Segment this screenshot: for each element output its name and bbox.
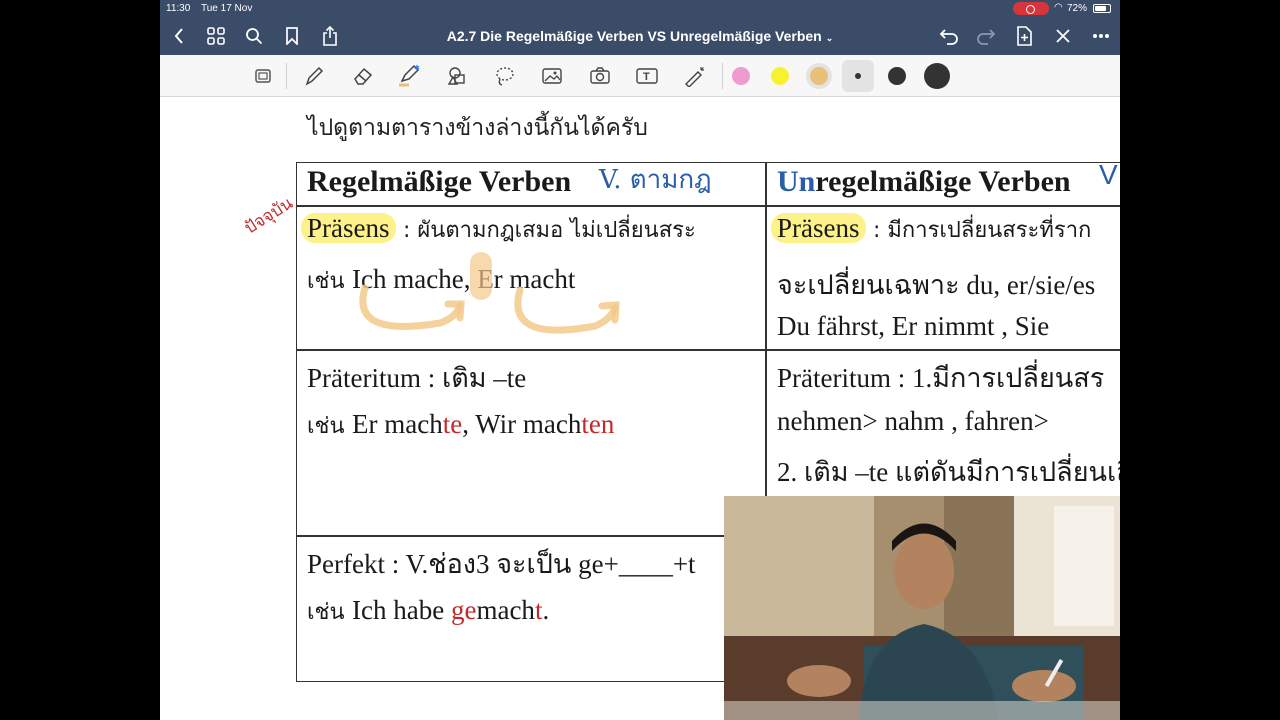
- toolbar-divider: [286, 63, 287, 89]
- status-time: 11:30: [166, 3, 191, 14]
- example-ending: ten: [581, 409, 615, 439]
- left-praesens-description: : ผันตามกฎเสมอ ไม่เปลี่ยนสระ: [403, 218, 696, 243]
- example-prefix: เช่น: [307, 600, 345, 625]
- example-prefix: เช่น: [307, 414, 345, 439]
- presenter-video: [724, 496, 1120, 720]
- pen-icon: [305, 66, 324, 86]
- pencil-cross-icon: [1056, 29, 1070, 43]
- right-header-rest: regelmäßige Verben: [815, 165, 1071, 198]
- table-divider-horizontal: [297, 535, 727, 537]
- example-part: Ich habe: [352, 595, 451, 625]
- camera-tool[interactable]: [587, 64, 613, 88]
- right-praeteritum-line2: nehmen> nahm , fahren>: [777, 406, 1049, 436]
- right-praesens-description: : มีการเปลี่ยนสระที่ราก: [873, 218, 1092, 243]
- right-header-prefix: Un: [777, 165, 816, 198]
- highlighter-tool[interactable]: ✱: [396, 64, 422, 88]
- table-divider-horizontal: [297, 205, 1120, 207]
- webcam-overlay: [724, 496, 1120, 720]
- document-scan-icon: [255, 69, 271, 83]
- text-box-icon: T: [636, 68, 658, 84]
- right-praeteritum-title: Präteritum : 1.มีการเปลี่ยนสร: [777, 363, 1105, 393]
- stroke-size-medium[interactable]: [888, 67, 906, 85]
- camera-icon: [590, 67, 610, 84]
- handwritten-side-note: ปัจจุบัน: [241, 193, 297, 239]
- document-scan-tool[interactable]: [250, 64, 276, 88]
- right-column-header: Unregelmäßige Verben: [777, 165, 1071, 199]
- right-header-handwritten-note: V: [1099, 159, 1118, 190]
- eraser-tool[interactable]: [350, 64, 376, 88]
- pen-tool[interactable]: [301, 64, 327, 88]
- add-page-button[interactable]: [1013, 25, 1035, 47]
- left-praesens-row: Präsens : ผันตามกฎเสมอ ไม่เปลี่ยนสระ: [301, 212, 696, 247]
- undo-icon: [939, 29, 958, 45]
- eraser-icon: [354, 67, 373, 85]
- right-praeteritum-line3: 2. เติม –te แต่ดันมีการเปลี่ยนเสีย: [777, 457, 1120, 487]
- laser-pointer-tool[interactable]: [682, 64, 708, 88]
- intro-text: ไปดูตามตารางข้างล่างนี้กันได้ครับ: [307, 115, 648, 141]
- praesens-label-highlighted: Präsens: [301, 213, 396, 243]
- more-button[interactable]: [1090, 25, 1112, 47]
- redo-button[interactable]: [975, 25, 997, 47]
- more-icon: [1093, 34, 1109, 38]
- image-tool[interactable]: [539, 64, 565, 88]
- battery-icon: [1093, 4, 1111, 13]
- praesens-label-highlighted: Präsens: [771, 213, 866, 243]
- lasso-tool[interactable]: [492, 64, 518, 88]
- right-praesens-line3: Du fährst, Er nimmt , Sie: [777, 311, 1050, 341]
- svg-text:T: T: [643, 71, 650, 83]
- image-icon: [542, 68, 562, 84]
- shapes-tool[interactable]: [444, 64, 470, 88]
- toolbar-divider: [722, 63, 723, 89]
- laser-pointer-icon: [685, 67, 704, 87]
- status-bar: 11:30 Tue 17 Nov ◠ 72%: [160, 0, 1120, 17]
- color-swatch-pink[interactable]: [732, 67, 750, 85]
- wifi-icon: ◠: [1054, 2, 1063, 13]
- redo-icon: [977, 29, 996, 45]
- close-tools-button[interactable]: [1052, 25, 1074, 47]
- example-prefix-ge: ge: [450, 595, 477, 625]
- stroke-size-large[interactable]: [924, 63, 950, 89]
- left-perfekt-title: Perfekt : V.ช่อง3 จะเป็น ge+____+t: [307, 549, 696, 579]
- right-praesens-row: Präsens : มีการเปลี่ยนสระที่ราก: [771, 212, 1092, 247]
- nav-bar: A2.7 Die Regelmäßige Verben VS Unregelmä…: [160, 17, 1120, 55]
- svg-text:✱: ✱: [414, 64, 420, 72]
- screen-recording-icon: [1013, 2, 1049, 15]
- handwritten-arrows: [359, 252, 620, 334]
- battery-percent: 72%: [1067, 3, 1088, 14]
- left-header-handwritten-note: V. ตามกฎ: [599, 165, 712, 195]
- example-part: .: [542, 595, 550, 625]
- left-praeteritum-title: Präteritum : เติม –te: [307, 363, 527, 393]
- add-page-icon: [1017, 26, 1032, 46]
- text-box-tool[interactable]: T: [634, 64, 660, 88]
- lasso-icon: [496, 67, 514, 86]
- color-swatch-yellow[interactable]: [771, 67, 789, 85]
- drawing-toolbar: ✱ T: [160, 55, 1120, 97]
- highlighter-icon: ✱: [399, 64, 420, 87]
- undo-button[interactable]: [938, 25, 960, 47]
- left-column-header: Regelmäßige Verben: [307, 165, 572, 198]
- left-praeteritum-example: เช่น Er machte, Wir machten: [307, 408, 614, 443]
- left-perfekt-example: เช่น Ich habe gemacht.: [307, 594, 549, 629]
- example-ending: te: [442, 409, 463, 439]
- example-part: mach: [476, 595, 535, 625]
- right-praesens-line2: จะเปลี่ยนเฉพาะ du, er/sie/es: [777, 270, 1096, 300]
- example-part: Er mach: [352, 409, 443, 439]
- chevron-down-icon: ⌄: [825, 33, 834, 43]
- document-title-text: A2.7 Die Regelmäßige Verben VS Unregelmä…: [446, 28, 822, 44]
- table-divider-vertical: [765, 163, 767, 498]
- stroke-size-small-selected[interactable]: [842, 60, 874, 92]
- status-date: Tue 17 Nov: [201, 3, 253, 14]
- example-part: , Wir mach: [462, 409, 582, 439]
- color-swatch-orange-selected[interactable]: [806, 63, 832, 89]
- table-divider-horizontal: [297, 349, 1120, 351]
- shapes-icon: [447, 67, 465, 85]
